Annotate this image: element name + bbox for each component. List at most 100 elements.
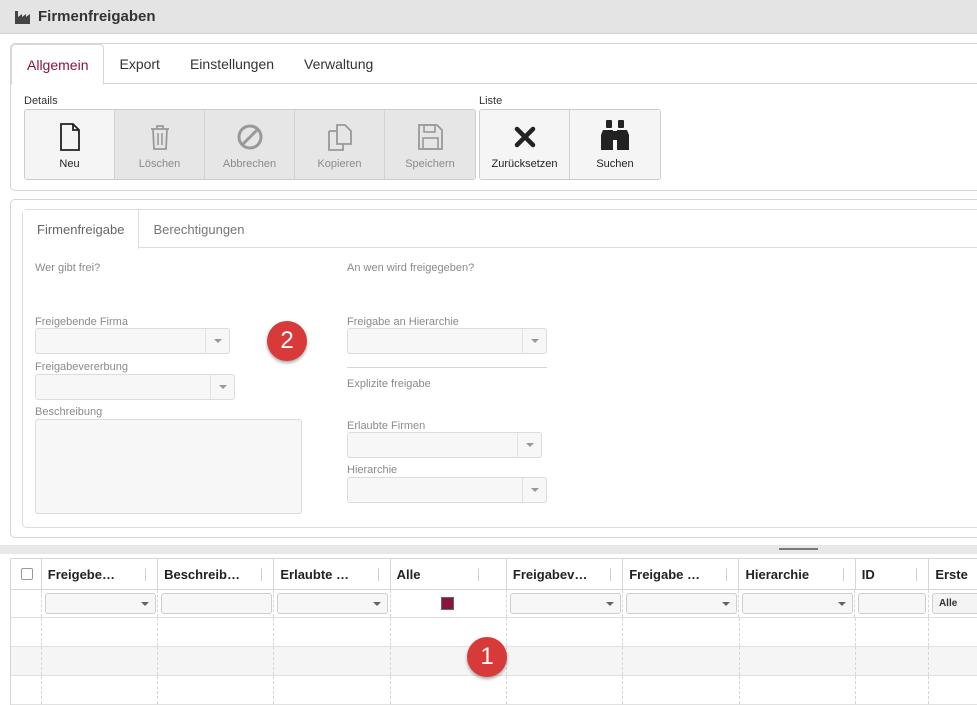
column-filter-select[interactable]: [625, 593, 737, 614]
tab-verwaltung[interactable]: Verwaltung: [289, 44, 388, 84]
details-group-label: Details: [24, 95, 58, 107]
chevron-down-icon: [716, 594, 736, 613]
title-bar: Firmenfreigaben: [0, 0, 977, 34]
cancel-circle-icon: [237, 124, 262, 150]
filter-cell: [274, 590, 391, 617]
new-document-icon: [59, 123, 80, 151]
chevron-down-icon: [210, 375, 234, 399]
right-section-heading: An wen wird freigegeben?: [347, 262, 475, 274]
filter-cell: [507, 590, 623, 617]
filter-cell: [739, 590, 856, 617]
explizite-freigabe-label: Explizite freigabe: [347, 378, 431, 390]
filter-cell: [391, 590, 507, 617]
grid-header-row: Freigebe… Beschreib… Erlaubte … Alle Fre…: [11, 559, 977, 590]
copy-button[interactable]: Kopieren: [295, 110, 385, 179]
column-header[interactable]: Erste: [929, 559, 977, 589]
detail-tab-bar: Firmenfreigabe Berechtigungen: [23, 210, 977, 249]
tab-einstellungen[interactable]: Einstellungen: [175, 44, 289, 84]
section-divider: [347, 367, 547, 368]
annotation-badge-2: 2: [267, 321, 307, 361]
column-header[interactable]: Freigebe…: [42, 559, 159, 589]
freigabe-hierarchie-value: [348, 329, 522, 353]
chevron-down-icon: [522, 329, 546, 353]
alle-filter-toggle[interactable]: [440, 597, 454, 610]
column-filter-input[interactable]: [858, 593, 927, 614]
erlaubte-firmen-label: Erlaubte Firmen: [347, 420, 426, 432]
x-icon: [514, 126, 535, 148]
new-button-label: Neu: [59, 158, 80, 170]
main-tab-bar: Allgemein Export Einstellungen Verwaltun…: [11, 44, 977, 85]
liste-toolbar: Zurücksetzen Suchen: [479, 109, 661, 180]
new-button[interactable]: Neu: [25, 110, 115, 179]
chevron-down-icon: [832, 594, 852, 613]
table-row[interactable]: [11, 676, 977, 705]
freigebende-firma-label: Freigebende Firma: [35, 316, 128, 328]
column-header[interactable]: Hierarchie: [739, 559, 856, 589]
grid-filter-row: Alle: [11, 590, 977, 618]
left-section-heading: Wer gibt frei?: [35, 262, 101, 274]
chevron-down-icon: [600, 594, 620, 613]
hierarchie-label: Hierarchie: [347, 464, 398, 476]
tab-firmenfreigabe[interactable]: Firmenfreigabe: [23, 210, 140, 249]
factory-icon: [14, 9, 32, 25]
reset-button[interactable]: Zurücksetzen: [480, 110, 570, 179]
select-all-checkbox[interactable]: [21, 568, 33, 580]
column-header[interactable]: Freigabe …: [623, 559, 740, 589]
filter-cell: [623, 590, 740, 617]
chevron-down-icon: [522, 478, 546, 502]
beschreibung-label: Beschreibung: [35, 406, 103, 418]
search-button[interactable]: Suchen: [570, 110, 660, 179]
panel-splitter[interactable]: [0, 545, 977, 554]
column-header[interactable]: ID: [856, 559, 930, 589]
erlaubte-firmen-select[interactable]: [347, 432, 542, 458]
binoculars-icon: [601, 120, 629, 150]
delete-button[interactable]: Löschen: [115, 110, 205, 179]
chevron-down-icon: [135, 594, 155, 613]
filter-cell: [855, 590, 929, 617]
select-all-cell: [11, 559, 42, 589]
column-header[interactable]: Alle: [391, 559, 507, 589]
save-button[interactable]: Speichern: [385, 110, 475, 179]
trash-icon: [150, 125, 169, 150]
annotation-badge-1: 1: [467, 637, 507, 677]
chevron-down-icon: [205, 329, 229, 353]
chevron-down-icon: [367, 594, 387, 613]
freigabevererbung-label: Freigabevererbung: [35, 361, 128, 373]
tab-berechtigungen[interactable]: Berechtigungen: [139, 210, 258, 248]
column-header[interactable]: Erlaubte …: [274, 559, 391, 589]
copy-icon: [327, 124, 352, 151]
alle-filter-button[interactable]: Alle: [931, 593, 977, 614]
filter-cell: [42, 590, 159, 617]
cancel-button[interactable]: Abbrechen: [205, 110, 295, 179]
reset-button-label: Zurücksetzen: [491, 158, 558, 170]
beschreibung-textarea[interactable]: [35, 419, 302, 514]
hierarchie-select[interactable]: [347, 477, 547, 503]
column-filter-input[interactable]: [161, 593, 273, 614]
filter-cell: Alle: [929, 590, 977, 617]
filter-cell: [11, 590, 42, 617]
delete-button-label: Löschen: [138, 158, 181, 170]
freigabe-hierarchie-select[interactable]: [347, 328, 547, 354]
window-title: Firmenfreigaben: [38, 8, 156, 25]
column-header[interactable]: Beschreib…: [158, 559, 275, 589]
freigebende-firma-select[interactable]: [35, 328, 230, 354]
column-header[interactable]: Freigabev…: [507, 559, 624, 589]
tab-export[interactable]: Export: [104, 44, 174, 84]
column-filter-select[interactable]: [742, 593, 854, 614]
freigabe-hierarchie-label: Freigabe an Hierarchie: [347, 316, 459, 328]
save-icon: [418, 124, 443, 150]
column-filter-select[interactable]: [44, 593, 156, 614]
save-button-label: Speichern: [405, 158, 455, 170]
splitter-grip[interactable]: [779, 548, 818, 550]
copy-button-label: Kopieren: [317, 158, 362, 170]
filter-cell: [158, 590, 275, 617]
column-filter-select[interactable]: [509, 593, 621, 614]
liste-group-label: Liste: [479, 95, 503, 107]
freigabevererbung-select[interactable]: [35, 374, 235, 400]
details-toolbar: Neu Löschen Abbrechen Kopieren Speichern: [24, 109, 476, 180]
chevron-down-icon: [517, 433, 541, 457]
tab-allgemein[interactable]: Allgemein: [11, 44, 105, 85]
hierarchie-value: [348, 478, 522, 502]
column-filter-select[interactable]: [277, 593, 389, 614]
freigabevererbung-value: [36, 375, 210, 399]
